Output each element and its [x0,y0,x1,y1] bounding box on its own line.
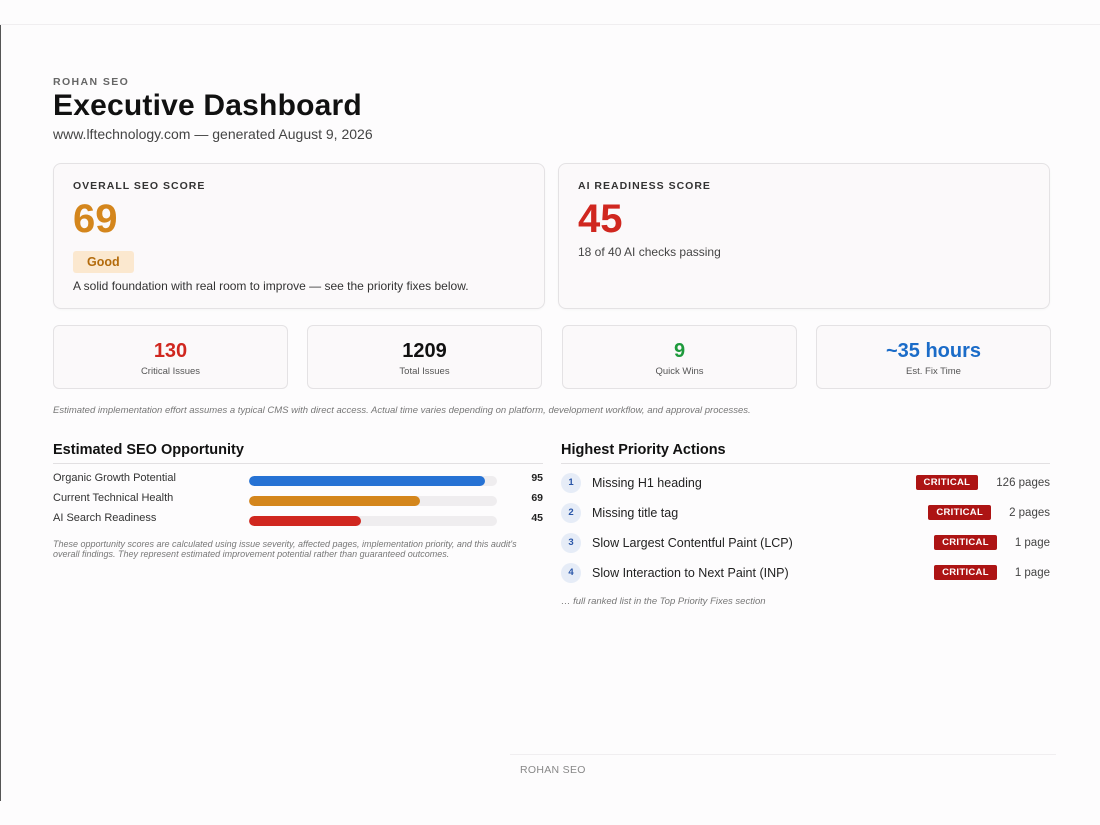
stat-value: ~35 hours [885,340,982,362]
footer-brand: ROHAN SEO [520,764,586,776]
opportunity-bar-track [249,516,497,526]
opportunity-bar-track [249,476,497,486]
action-rank: 2 [561,503,581,523]
ai-score-label: AI READINESS SCORE [578,180,711,192]
ai-score-value: 45 [578,197,623,241]
actions-note: … full ranked list in the Top Priority F… [561,596,766,607]
affected-pages: 2 pages [1009,506,1050,519]
actions-divider [561,463,1050,464]
stat-fix-time: ~35 hours Est. Fix Time [816,325,1051,389]
action-title: Slow Interaction to Next Paint (INP) [592,566,789,580]
seo-score-description: A solid foundation with real room to imp… [73,279,469,293]
page-title: Executive Dashboard [53,89,362,122]
effort-note: Estimated implementation effort assumes … [53,405,751,416]
actions-title: Highest Priority Actions [561,442,726,458]
action-rank: 3 [561,533,581,553]
action-title: Slow Largest Contentful Paint (LCP) [592,536,793,550]
stat-total-issues: 1209 Total Issues [307,325,542,389]
stat-value: 130 [153,340,188,362]
opportunity-label: AI Search Readiness [53,512,157,524]
opportunity-bar-fill [249,496,421,506]
stat-label: Critical Issues [140,366,201,377]
left-border [0,25,1,801]
brand-label: ROHAN SEO [53,76,130,88]
stat-value: 1209 [402,340,447,362]
top-divider [0,24,1100,25]
stat-label: Quick Wins [655,366,704,377]
stat-label: Total Issues [399,366,450,377]
severity-badge: CRITICAL [928,505,992,520]
severity-badge: CRITICAL [934,565,997,580]
action-rank: 1 [561,473,581,493]
seo-score-label: OVERALL SEO SCORE [73,180,206,192]
seo-status-badge: Good [73,251,134,273]
seo-score-card: OVERALL SEO SCORE 69 Good A solid founda… [53,163,545,309]
opportunity-row-technical: Current Technical Health 69 [53,491,543,509]
opportunity-title: Estimated SEO Opportunity [53,442,244,458]
opportunity-bar-fill [249,476,485,486]
seo-score-value: 69 [73,197,118,241]
opportunity-note: These opportunity scores are calculated … [53,539,517,559]
opportunity-bar-fill [249,516,361,526]
footer-divider [510,754,1056,755]
opportunity-row-ai: AI Search Readiness 45 [53,511,543,529]
action-title: Missing title tag [592,506,679,520]
action-title: Missing H1 heading [592,476,702,490]
page-subtitle: www.lftechnology.com — generated August … [53,126,373,142]
severity-badge: CRITICAL [915,475,979,490]
action-item[interactable]: 3 Slow Largest Contentful Paint (LCP) CR… [561,533,1050,555]
stat-critical-issues: 130 Critical Issues [53,325,288,389]
opportunity-label: Current Technical Health [53,492,174,504]
opportunity-value: 95 [531,472,543,484]
ai-score-description: 18 of 40 AI checks passing [578,245,721,259]
opportunity-value: 45 [531,512,543,524]
affected-pages: 126 pages [996,476,1050,489]
stat-label: Est. Fix Time [906,366,961,377]
opportunity-value: 69 [531,492,543,504]
ai-readiness-card: AI READINESS SCORE 45 18 of 40 AI checks… [558,163,1050,309]
stat-value: 9 [673,340,686,362]
stat-quick-wins: 9 Quick Wins [562,325,797,389]
opportunity-bar-track [249,496,497,506]
affected-pages: 1 page [1014,566,1050,579]
action-item[interactable]: 2 Missing title tag CRITICAL 2 pages [561,503,1050,525]
opportunity-row-organic: Organic Growth Potential 95 [53,471,543,489]
affected-pages: 1 page [1014,536,1050,549]
opportunity-label: Organic Growth Potential [53,472,176,484]
action-item[interactable]: 4 Slow Interaction to Next Paint (INP) C… [561,563,1050,585]
severity-badge: CRITICAL [934,535,997,550]
opportunity-divider [53,463,543,464]
action-rank: 4 [561,563,581,583]
action-item[interactable]: 1 Missing H1 heading CRITICAL 126 pages [561,473,1050,495]
